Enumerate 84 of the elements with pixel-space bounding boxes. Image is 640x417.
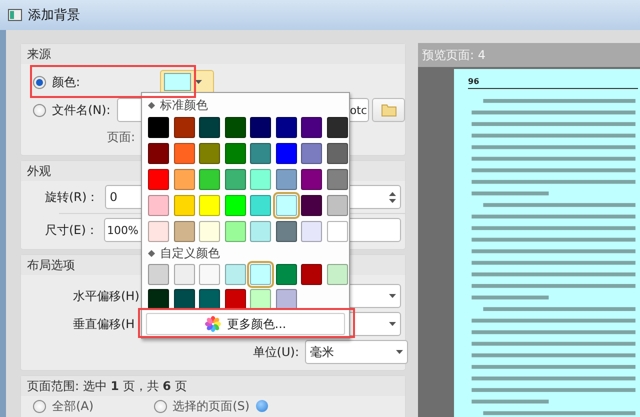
field-label: 垂直偏移(H [73, 316, 135, 332]
color-swatch[interactable] [224, 289, 246, 310]
size-label: 尺寸(E)： [45, 222, 98, 238]
section-title: 外观 [27, 162, 51, 180]
color-swatch[interactable] [199, 143, 220, 164]
color-swatch[interactable] [148, 117, 169, 138]
color-swatch[interactable] [148, 195, 169, 216]
caret-icon [195, 80, 202, 84]
color-swatch[interactable] [199, 264, 220, 285]
color-swatch[interactable] [250, 289, 271, 310]
color-swatch[interactable] [326, 169, 348, 190]
spinner-icon [389, 192, 396, 202]
color-wheel-icon [204, 316, 221, 332]
color-swatch[interactable] [301, 169, 322, 190]
color-swatch[interactable] [276, 221, 296, 242]
color-swatch[interactable] [174, 169, 194, 190]
color-swatch[interactable] [174, 117, 194, 138]
color-swatch[interactable] [276, 143, 296, 164]
color-swatch[interactable] [174, 143, 194, 164]
section-title: 布局选项 [27, 256, 75, 274]
color-radio[interactable]: 颜色: [33, 74, 80, 90]
caret-icon [389, 294, 396, 298]
field-label: 单位(U): [252, 344, 299, 360]
color-swatch[interactable] [199, 195, 220, 216]
color-swatch[interactable] [301, 143, 322, 164]
palette-heading: 自定义颜色 [160, 244, 220, 262]
info-icon [256, 400, 268, 412]
window-title: 添加背景 [28, 7, 80, 24]
color-swatch[interactable] [224, 117, 246, 138]
section-title: 来源 [27, 46, 51, 62]
color-swatch[interactable] [326, 221, 348, 242]
color-swatch[interactable] [276, 117, 296, 138]
caret-icon [396, 350, 403, 354]
color-swatch[interactable] [199, 117, 220, 138]
color-swatch[interactable] [148, 169, 169, 190]
page-label: 页面: [106, 128, 135, 146]
color-swatch[interactable] [148, 289, 169, 310]
color-swatch[interactable] [148, 264, 169, 285]
color-swatch[interactable] [301, 117, 322, 138]
color-swatch[interactable] [276, 169, 296, 190]
color-swatch[interactable] [250, 117, 271, 138]
color-swatch[interactable] [174, 264, 194, 285]
preview-title: 预览页面: 4 [422, 46, 486, 64]
color-swatch[interactable] [224, 195, 246, 216]
color-swatch[interactable] [326, 264, 348, 285]
rotation-label: 旋转(R)： [45, 188, 99, 206]
page-range-summary: 页面范围: 选中 1 页，共 6 页 [27, 378, 187, 394]
page-range-radio[interactable]: 全部(A) [33, 398, 94, 414]
color-swatch[interactable] [250, 264, 271, 285]
field-label: 水平偏移(H) [73, 288, 140, 304]
color-swatch[interactable] [326, 195, 348, 216]
folder-icon [380, 103, 396, 117]
browse-button[interactable] [372, 98, 405, 122]
color-swatch[interactable] [301, 221, 322, 242]
color-swatch[interactable] [276, 264, 296, 285]
color-swatch[interactable] [199, 289, 220, 310]
window-icon [8, 9, 22, 21]
color-swatch[interactable] [326, 117, 348, 138]
color-swatch[interactable] [250, 195, 271, 216]
color-swatch[interactable] [326, 143, 348, 164]
page-number: 96 [468, 77, 638, 89]
color-swatch[interactable] [224, 169, 246, 190]
page-range-radio[interactable]: 选择的页面(S) [154, 398, 250, 414]
color-swatch[interactable] [148, 143, 169, 164]
color-swatch[interactable] [174, 289, 194, 310]
color-swatch[interactable] [199, 169, 220, 190]
color-swatch[interactable] [174, 221, 194, 242]
filename-radio[interactable]: 文件名(N): [33, 102, 110, 118]
color-swatch[interactable] [224, 221, 246, 242]
color-swatch[interactable] [224, 143, 246, 164]
color-swatch[interactable] [250, 169, 271, 190]
color-swatch[interactable] [250, 143, 271, 164]
more-colors-button[interactable]: 更多颜色... [146, 313, 345, 335]
color-swatch[interactable] [301, 264, 322, 285]
caret-icon [389, 322, 396, 326]
color-swatch[interactable] [148, 221, 169, 242]
dropdown-field[interactable]: 毫米 [305, 340, 408, 364]
color-swatch[interactable] [199, 221, 220, 242]
color-swatch[interactable] [276, 289, 296, 310]
color-swatch[interactable] [224, 264, 246, 285]
palette-heading: 标准颜色 [160, 96, 208, 114]
color-swatch[interactable] [250, 221, 271, 242]
color-swatch[interactable] [301, 195, 322, 216]
color-swatch[interactable] [174, 195, 194, 216]
